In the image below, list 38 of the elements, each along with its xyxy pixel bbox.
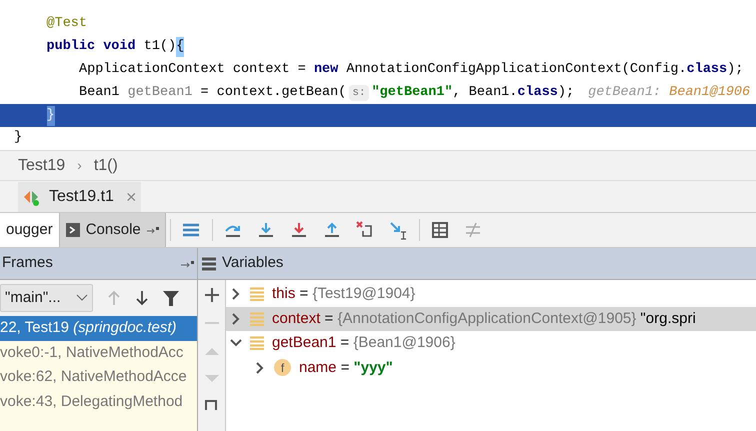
variable-icon (250, 312, 264, 326)
variable-row[interactable]: this = {Test19@1904} (226, 282, 756, 306)
code-line: ApplicationContext context = new AnnotationConfigApplicationContext(Config.class); (78, 60, 744, 79)
console-icon (66, 223, 80, 237)
chevron-right-icon[interactable] (230, 312, 242, 325)
breadcrumb[interactable]: Test19 (18, 154, 66, 178)
filter-icon[interactable] (163, 290, 179, 306)
run-to-cursor-icon[interactable] (388, 220, 408, 240)
variable-icon (250, 287, 264, 302)
variable-row[interactable]: f name = "yyy" (226, 356, 756, 380)
stack-frame-item[interactable]: voke:43, DelegatingMethod (0, 390, 197, 414)
breadcrumb-separator: › (77, 156, 82, 175)
panel-title: Frames (2, 253, 53, 274)
breadcrumb[interactable]: t1() (94, 154, 118, 178)
variable-row[interactable]: context = {AnnotationConfigApplicationContext@1905} "org.spri (226, 306, 756, 331)
run-tab[interactable]: Test19.t1 × (18, 182, 142, 212)
field-icon: f (274, 359, 291, 376)
debug-tab[interactable]: ougger (0, 213, 59, 247)
code-line: @Test (46, 15, 88, 34)
code-line: Bean1 getBean1 = context.getBean( s: "getBean1", Bean1.class); getBean1: Bean1@1906 (78, 84, 752, 104)
stack-frame-item[interactable]: voke:62, NativeMethodAcce (0, 365, 197, 390)
code-line: } (13, 129, 24, 148)
chevron-right-icon[interactable] (254, 362, 266, 374)
thread-dropdown[interactable]: "main"... (0, 284, 93, 312)
debug-tab[interactable]: Console (58, 213, 166, 247)
variable-icon (250, 336, 264, 350)
panel-title: Variables (222, 253, 284, 274)
debug-run-icon (23, 188, 41, 206)
chevron-right-icon[interactable] (230, 288, 242, 300)
arrow-down-icon[interactable] (135, 290, 149, 306)
table-icon[interactable] (430, 220, 450, 240)
plus-icon[interactable] (204, 288, 218, 302)
stack-frame-item[interactable]: 22, Test19 (springdoc.test) (0, 316, 197, 340)
code-line: public void t1(){ (0, 36, 756, 59)
stack-frame-item[interactable]: voke0:-1, NativeMethodAcc (0, 340, 197, 365)
variable-row[interactable]: getBean1 = {Bean1@1906} (226, 331, 756, 356)
chevron-down-icon (76, 294, 88, 302)
list-icon (202, 256, 216, 270)
